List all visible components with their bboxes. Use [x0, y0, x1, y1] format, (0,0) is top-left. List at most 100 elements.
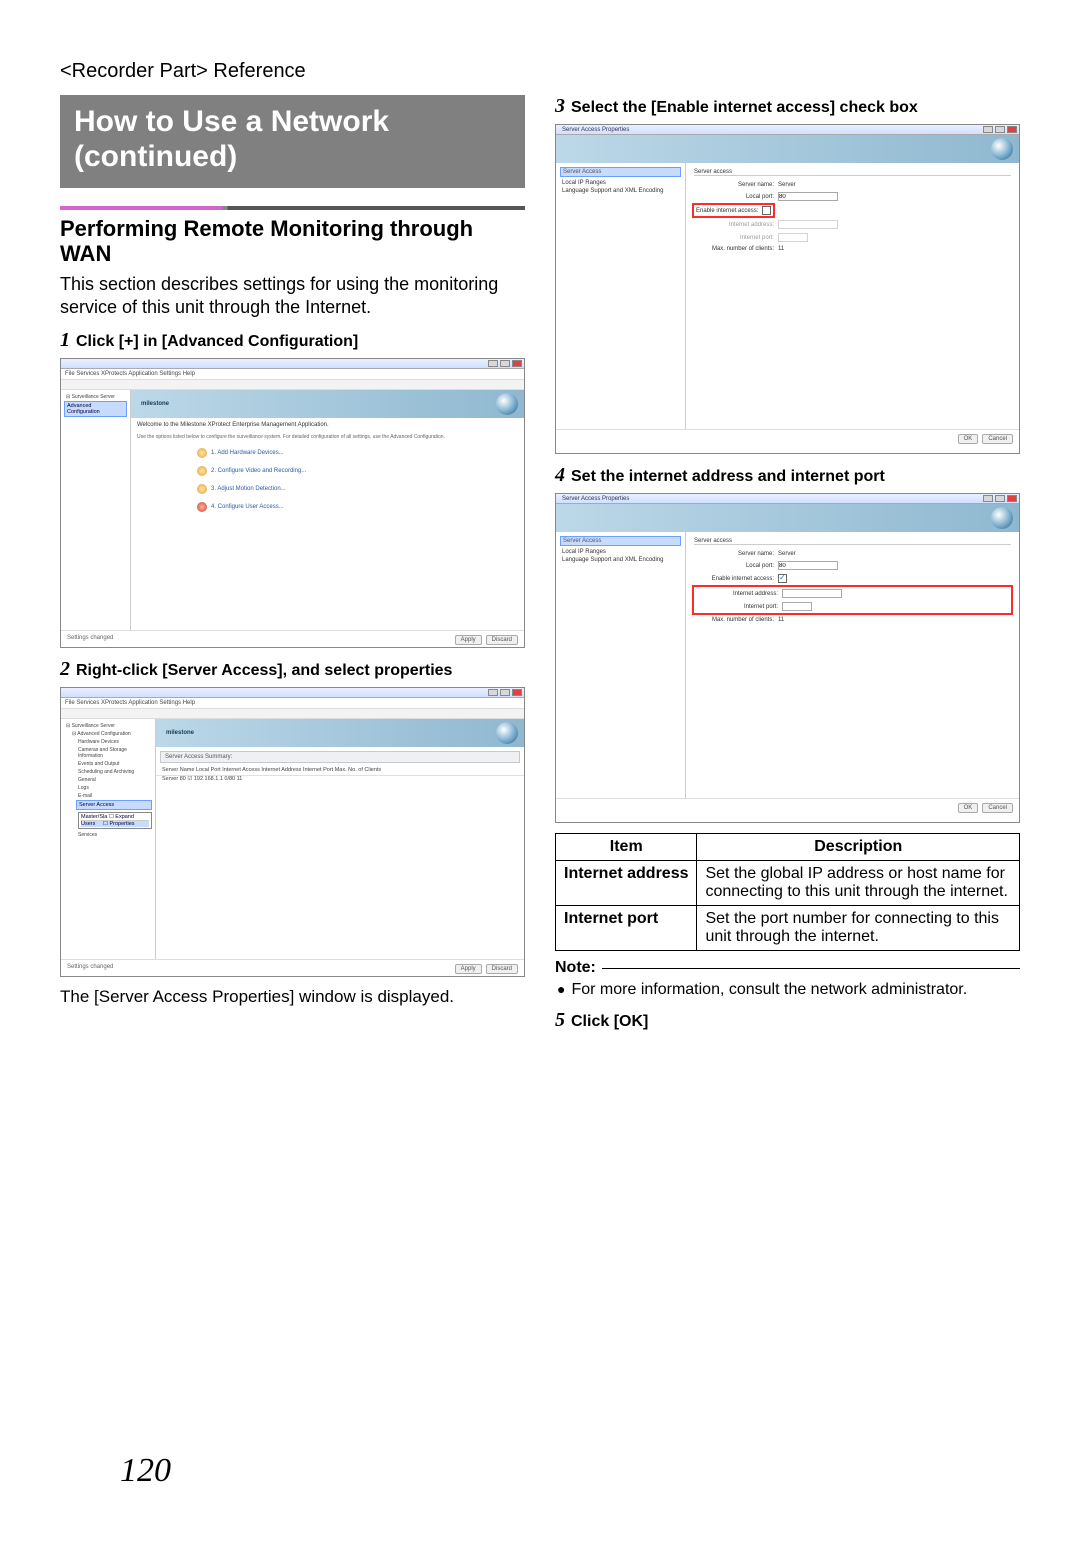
- menu-bar: File Services XProtects Application Sett…: [61, 698, 524, 709]
- note-header: Note:: [555, 959, 1020, 977]
- wizard-icon: [197, 502, 207, 512]
- step-text: Click [OK]: [571, 1013, 1020, 1031]
- note-rule: [602, 968, 1020, 969]
- label-local-port: Local port:: [694, 194, 774, 200]
- maximize-icon: [995, 126, 1005, 133]
- dialog-sidebar: Server Access Local IP Ranges Language S…: [556, 163, 686, 429]
- summary-row: Server 80 ☑ 192.168.1.1 0/80 11: [156, 776, 524, 784]
- close-icon: [512, 689, 522, 696]
- close-icon: [1007, 495, 1017, 502]
- main-panel: milestone Server Access Summary: Server …: [156, 719, 524, 959]
- link-label: 1. Add Hardware Devices...: [211, 450, 284, 456]
- dialog-footer: OK Cancel: [556, 429, 1019, 448]
- value-server-name: Server: [778, 182, 796, 188]
- wizard-icon: [197, 466, 207, 476]
- sidebar-item-server-access: Server Access: [560, 536, 681, 546]
- label-internet-port: Internet port:: [694, 235, 774, 241]
- subheading: Performing Remote Monitoring through WAN: [60, 216, 525, 267]
- dialog-title: Server Access Properties: [558, 496, 629, 502]
- ok-button: OK: [958, 803, 979, 813]
- left-column: How to Use a Network (continued) Perform…: [60, 95, 525, 1038]
- table-cell-item: Internet address: [556, 861, 697, 906]
- wizard-link-3: 3. Adjust Motion Detection...: [197, 484, 518, 494]
- cancel-button: Cancel: [982, 803, 1013, 813]
- label-enable-internet: Enable internet access:: [696, 208, 758, 214]
- minimize-icon: [488, 689, 498, 696]
- close-icon: [512, 360, 522, 367]
- right-column: 3 Select the [Enable internet access] ch…: [555, 95, 1020, 1038]
- banner: milestone: [131, 390, 524, 418]
- logo-icon: [991, 507, 1013, 529]
- input-local-port: [778, 561, 838, 570]
- step-text: Select the [Enable internet access] chec…: [571, 99, 1020, 117]
- step-number: 1: [60, 329, 70, 352]
- settings-table: Item Description Internet address Set th…: [555, 833, 1020, 951]
- dialog-sidebar: Server Access Local IP Ranges Language S…: [556, 532, 686, 798]
- window-titlebar: [61, 688, 524, 698]
- sidebar-item-server-access: Server Access: [560, 167, 681, 177]
- minimize-icon: [488, 360, 498, 367]
- close-icon: [1007, 126, 1017, 133]
- discard-button: Discard: [486, 964, 518, 974]
- apply-button: Apply: [455, 635, 482, 645]
- logo-icon: [991, 138, 1013, 160]
- maximize-icon: [500, 360, 510, 367]
- checkbox-enable-internet: [762, 206, 771, 215]
- banner: milestone: [156, 719, 524, 747]
- wizard-icon: [197, 484, 207, 494]
- intro-text: This section describes settings for usin…: [60, 273, 525, 320]
- logo-icon: [496, 393, 518, 415]
- value-max-clients: 11: [778, 617, 784, 623]
- page-title: How to Use a Network (continued): [74, 105, 511, 174]
- dialog-form: Server access Server name:Server Local p…: [686, 532, 1019, 798]
- dialog-form: Server access Server name:Server Local p…: [686, 163, 1019, 429]
- value-max-clients: 11: [778, 246, 784, 252]
- step-number: 5: [555, 1009, 565, 1032]
- value-server-name: Server: [778, 551, 796, 557]
- note-text: For more information, consult the networ…: [571, 981, 967, 999]
- link-label: 3. Adjust Motion Detection...: [211, 486, 286, 492]
- section-divider: [60, 206, 525, 210]
- summary-title: Server Access Summary:: [160, 751, 520, 763]
- note-label: Note:: [555, 959, 596, 977]
- form-group-title: Server access: [694, 538, 1011, 545]
- input-local-port: [778, 192, 838, 201]
- page-number: 120: [120, 1452, 171, 1490]
- dialog-title: Server Access Properties: [558, 127, 629, 133]
- note-bullet: ● For more information, consult the netw…: [557, 981, 1020, 999]
- main-title-block: How to Use a Network (continued): [60, 95, 525, 188]
- form-group-title: Server access: [694, 169, 1011, 176]
- bullet-icon: ●: [557, 981, 565, 999]
- footer-bar: Settings changed Apply Discard: [61, 630, 524, 649]
- brand-label: milestone: [166, 730, 194, 736]
- ok-button: OK: [958, 434, 979, 444]
- tree-item-server-access: Server Access: [76, 800, 152, 810]
- table-cell-desc: Set the port number for connecting to th…: [697, 906, 1020, 951]
- logo-icon: [496, 722, 518, 744]
- link-label: 4. Configure User Access...: [211, 504, 284, 510]
- label-max-clients: Max. number of clients:: [694, 246, 774, 252]
- wizard-icon: [197, 448, 207, 458]
- link-label: 2. Configure Video and Recording...: [211, 468, 306, 474]
- brand-label: milestone: [141, 401, 169, 407]
- minimize-icon: [983, 126, 993, 133]
- label-internet-port: Internet port:: [698, 604, 778, 610]
- table-header-row: Item Description: [556, 834, 1020, 861]
- banner: [556, 135, 1019, 163]
- screenshot-3: Server Access Properties Server Access L…: [555, 124, 1020, 454]
- label-internet-address: Internet address:: [698, 591, 778, 597]
- step-number: 2: [60, 658, 70, 681]
- toolbar: [61, 709, 524, 719]
- maximize-icon: [500, 689, 510, 696]
- step-number: 3: [555, 95, 565, 118]
- table-row: Internet port Set the port number for co…: [556, 906, 1020, 951]
- input-internet-address: [778, 220, 838, 229]
- apply-button: Apply: [455, 964, 482, 974]
- highlight-enable-internet: Enable internet access:: [694, 205, 773, 216]
- maximize-icon: [995, 495, 1005, 502]
- sidebar-item-ip-ranges: Local IP Ranges: [560, 179, 681, 187]
- screenshot-4: Server Access Properties Server Access L…: [555, 493, 1020, 823]
- wizard-link-1: 1. Add Hardware Devices...: [197, 448, 518, 458]
- caption-step2: The [Server Access Properties] window is…: [60, 987, 525, 1007]
- cancel-button: Cancel: [982, 434, 1013, 444]
